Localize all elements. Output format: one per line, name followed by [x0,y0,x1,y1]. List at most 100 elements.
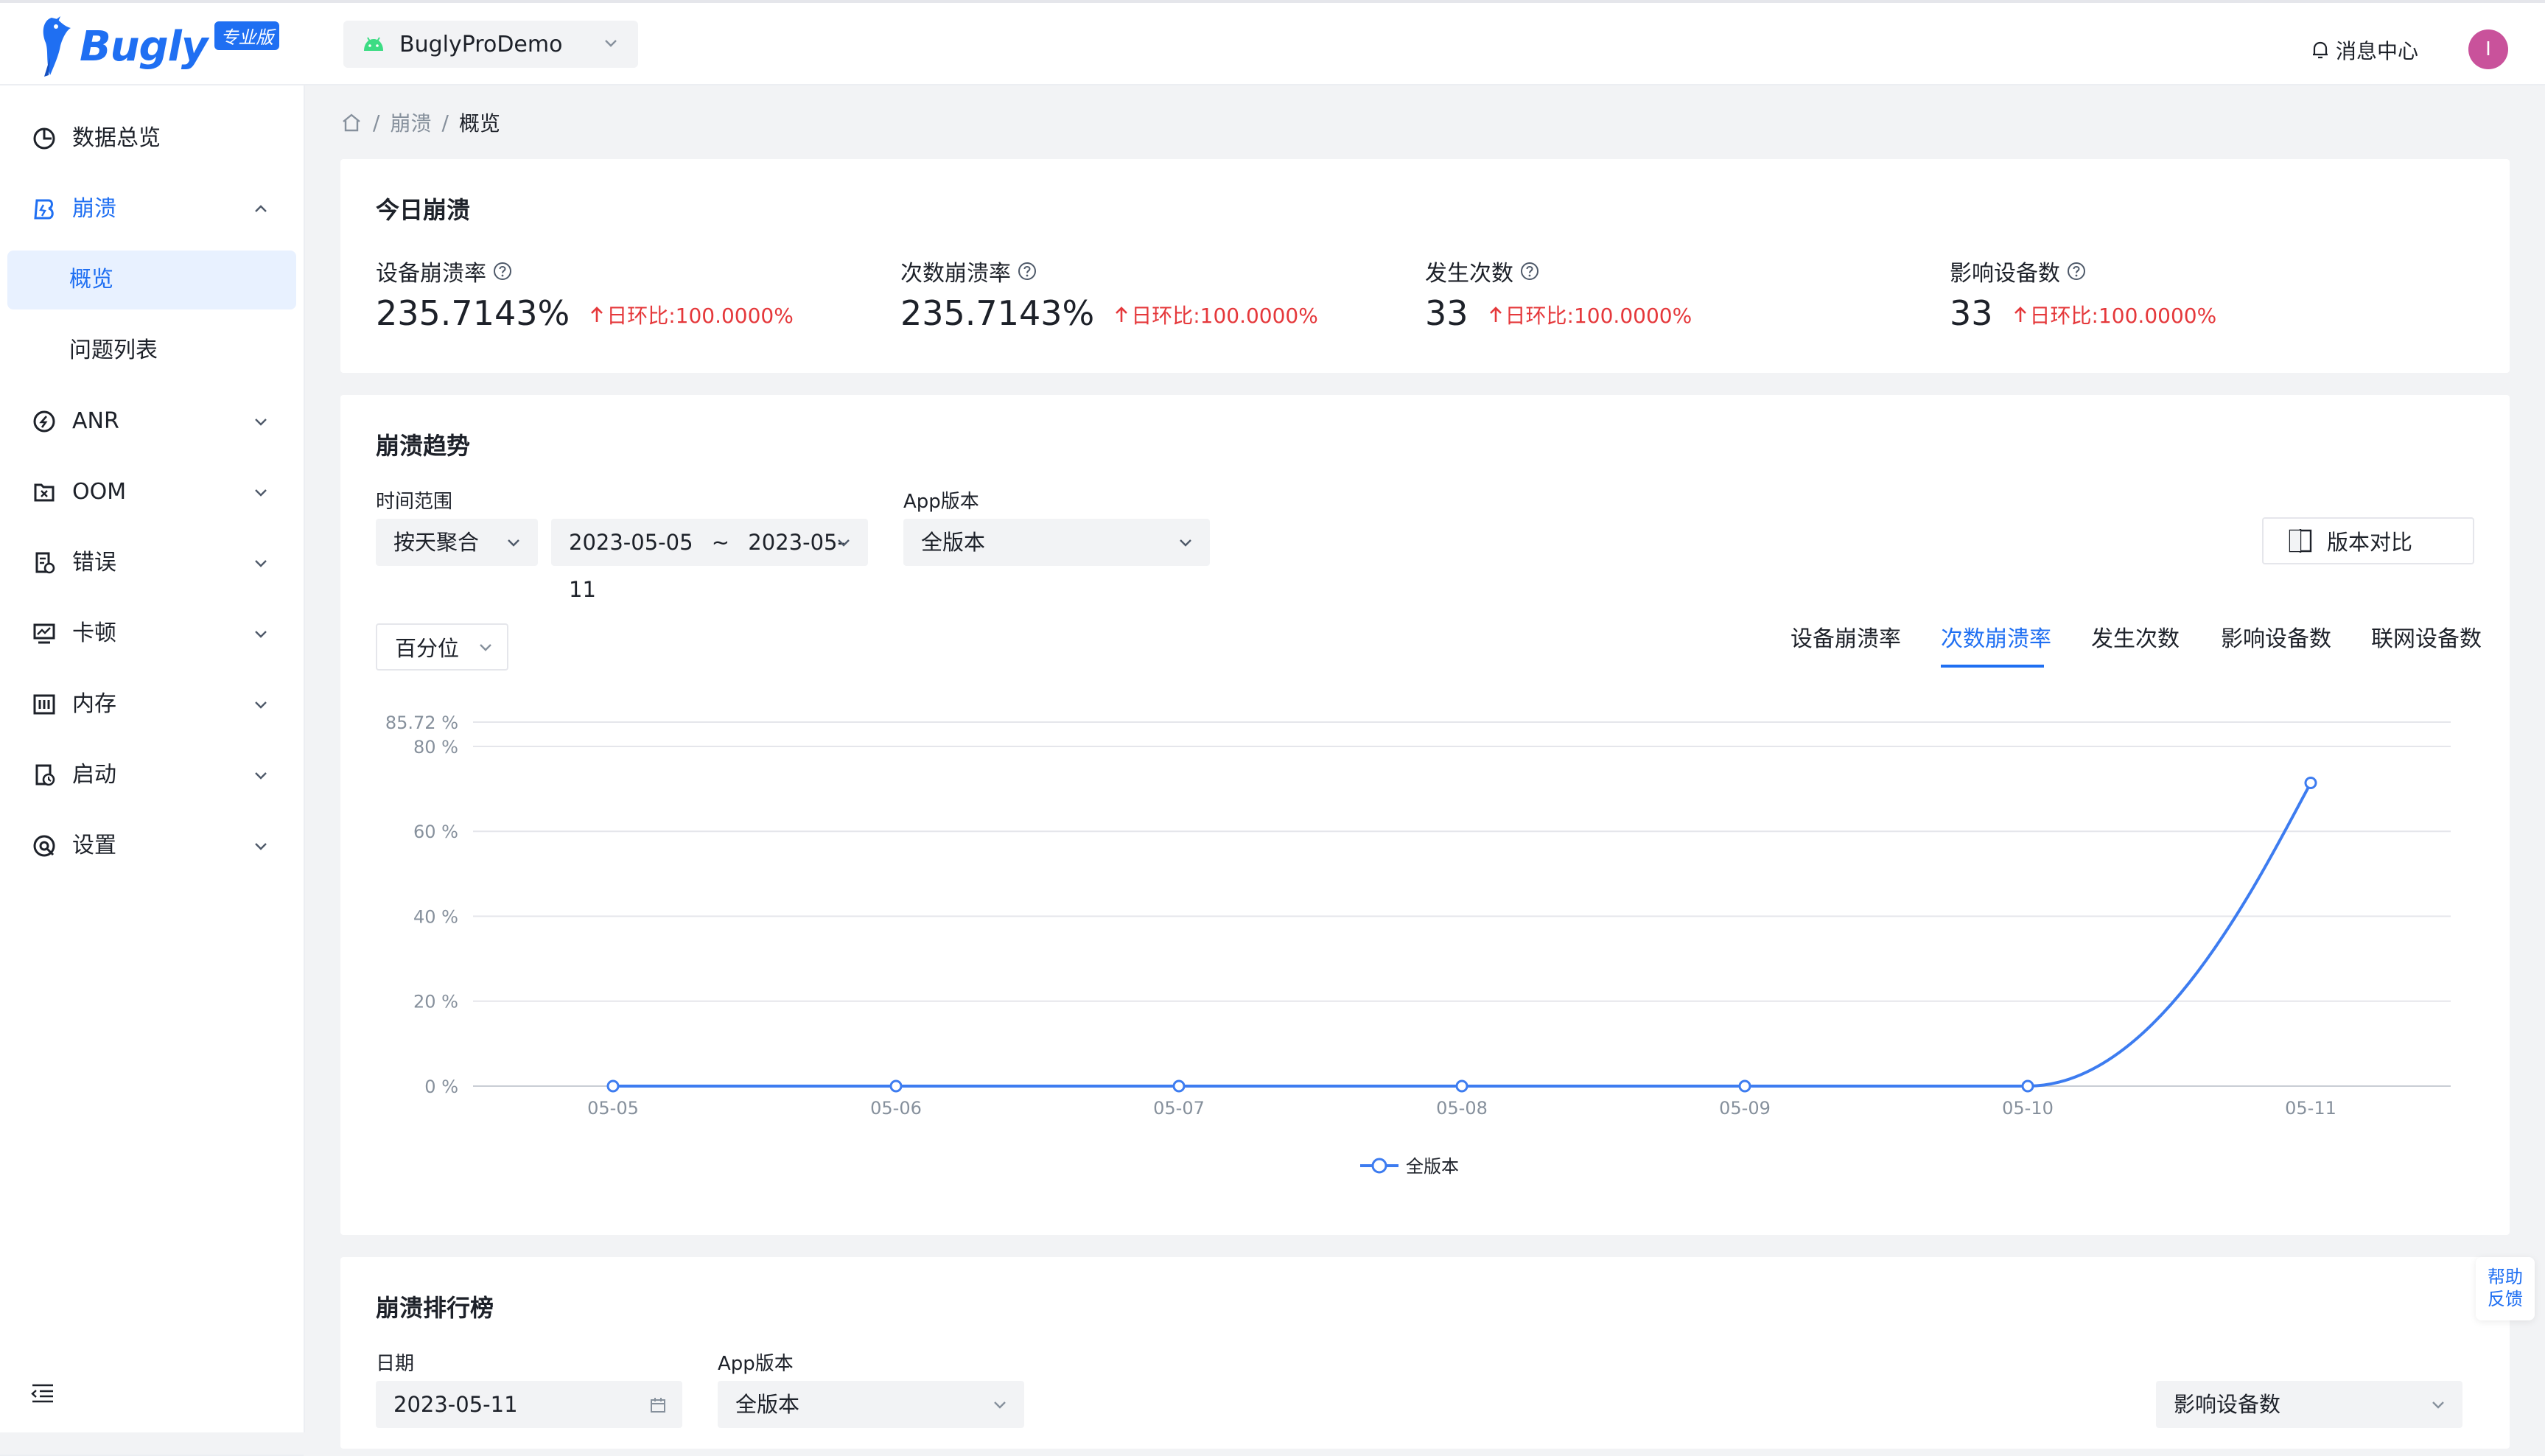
data-point [1738,1079,1751,1093]
logo-text: Bugly [80,22,208,71]
help-circle-icon[interactable] [1017,261,1037,281]
ranking-sort-value: 影响设备数 [2174,1392,2281,1417]
sidebar-item-label: 崩溃 [72,196,116,222]
app-version-select[interactable]: 全版本 [903,519,1210,566]
crash-ranking-title: 崩溃排行榜 [376,1294,494,1322]
help-circle-icon[interactable] [1519,261,1540,281]
app-version-value: 全版本 [921,530,986,555]
sidebar-item-anr[interactable]: ANR [0,392,304,451]
top-header: Bugly 专业版 BuglyProDemo 消息中心 I [0,0,2545,85]
metric-value: 33 [1425,293,1468,333]
sidebar-subitem-overview[interactable]: 概览 [7,251,296,309]
sidebar-item-launch[interactable]: 启动 [0,746,304,805]
sidebar-item-settings[interactable]: 设置 [0,816,304,875]
ranking-version-select[interactable]: 全版本 [718,1381,1024,1428]
message-center-label: 消息中心 [2336,39,2419,63]
sidebar-item-label: 设置 [72,833,116,858]
data-point [606,1079,620,1093]
metric-label: 次数崩溃率 [900,261,1011,287]
chevron-up-icon [255,205,267,212]
error-icon [35,552,55,574]
breadcrumb-crash[interactable]: 崩溃 [390,108,431,137]
chevron-down-icon [838,539,850,547]
ranking-date-picker[interactable]: 2023-05-11 [376,1381,682,1428]
help-label: 帮助 [2488,1267,2523,1287]
sidebar-item-label: ANR [72,408,119,434]
ranking-version-label: App版本 [718,1353,794,1375]
sidebar-item-crash[interactable]: 崩溃 [0,180,304,239]
sidebar-item-lag[interactable]: 卡顿 [0,604,304,663]
x-tick-label: 05-11 [2285,1098,2336,1119]
sidebar: 数据总览 崩溃 概览 问题列表 ANR OOM 错误 卡顿 内存 启动 设置 [0,85,305,1456]
message-center-button[interactable]: 消息中心 [2311,35,2418,65]
launch-icon [35,764,55,786]
calendar-icon [651,1398,665,1413]
version-compare-button[interactable]: 版本对比 [2262,517,2474,564]
tab-network-devices[interactable]: 联网设备数 [2371,620,2482,653]
sidebar-subitem-issue-list[interactable]: 问题列表 [7,321,296,380]
x-tick-label: 05-07 [1153,1098,1205,1119]
android-icon [364,37,383,51]
chevron-down-icon [605,40,617,47]
chevron-down-icon [255,489,267,497]
today-crash-title: 今日崩溃 [376,196,471,224]
sidebar-item-oom[interactable]: OOM [0,463,304,522]
date-start: 2023-05-05 [569,530,693,555]
sidebar-item-label: 启动 [72,762,116,788]
x-tick-label: 05-10 [2002,1098,2054,1119]
date-range-picker[interactable]: 2023-05-05 ~ 2023-05-11 [551,519,868,602]
sidebar-item-label: 错误 [72,550,116,575]
ranking-sort-select[interactable]: 影响设备数 [2156,1381,2462,1428]
percentile-select[interactable]: 百分位 [376,623,508,671]
tab-device-crash-rate[interactable]: 设备崩溃率 [1790,620,1901,653]
sidebar-item-error[interactable]: 错误 [0,533,304,592]
metric-change: 日环比:100.0000% [2029,304,2217,328]
aggregate-select[interactable]: 按天聚合 [376,519,538,566]
anr-icon [33,410,55,433]
chevron-down-icon [994,1401,1006,1409]
y-tick-label: 0 % [424,1077,458,1097]
date-separator: ~ [711,530,730,555]
sidebar-item-label: 数据总览 [72,125,161,151]
chevron-down-icon [255,843,267,850]
tab-count-crash-rate[interactable]: 次数崩溃率 [1941,620,2051,653]
time-range-label: 时间范围 [376,491,453,513]
metric-label: 影响设备数 [1950,261,2060,287]
chevron-down-icon [255,419,267,426]
oom-icon [34,483,55,502]
help-feedback-button[interactable]: 帮助 反馈 [2476,1257,2535,1320]
app-name: BuglyProDemo [399,31,563,57]
collapse-sidebar-icon[interactable] [29,1382,56,1404]
app-selector[interactable]: BuglyProDemo [343,21,638,68]
feedback-label: 反馈 [2488,1289,2523,1309]
sidebar-item-memory[interactable]: 内存 [0,675,304,734]
metric-value: 235.7143% [900,293,1095,333]
bugly-logo[interactable]: Bugly 专业版 [38,13,280,80]
data-point [1172,1079,1186,1093]
data-point [2021,1079,2034,1093]
y-tick-label: 85.72 % [385,713,458,733]
metric-value: 235.7143% [376,293,570,333]
edition-badge: 专业版 [214,21,280,50]
settings-icon [33,835,55,857]
home-icon[interactable] [340,112,363,133]
x-tick-label: 05-08 [1436,1098,1488,1119]
x-tick-label: 05-06 [870,1098,922,1119]
user-avatar[interactable]: I [2468,29,2508,69]
tab-occurrences[interactable]: 发生次数 [2091,620,2180,653]
metric-count-crash-rate: 次数崩溃率 235.7143% 日环比:100.0000% [900,255,1318,333]
metric-value: 33 [1950,293,1993,333]
help-circle-icon[interactable] [2066,261,2087,281]
ranking-version-value: 全版本 [735,1392,800,1417]
bell-icon [2313,41,2328,59]
metric-device-crash-rate: 设备崩溃率 235.7143% 日环比:100.0000% [376,255,794,333]
chevron-down-icon [255,701,267,709]
crash-icon [34,199,54,220]
active-tab-indicator [1941,665,2044,668]
metric-occurrences: 发生次数 33 日环比:100.0000% [1425,255,1692,333]
chevron-down-icon [255,772,267,780]
help-circle-icon[interactable] [492,261,513,281]
sidebar-item-overview[interactable]: 数据总览 [0,109,304,168]
tab-affected-devices[interactable]: 影响设备数 [2221,620,2331,653]
crash-trend-title: 崩溃趋势 [376,432,471,460]
